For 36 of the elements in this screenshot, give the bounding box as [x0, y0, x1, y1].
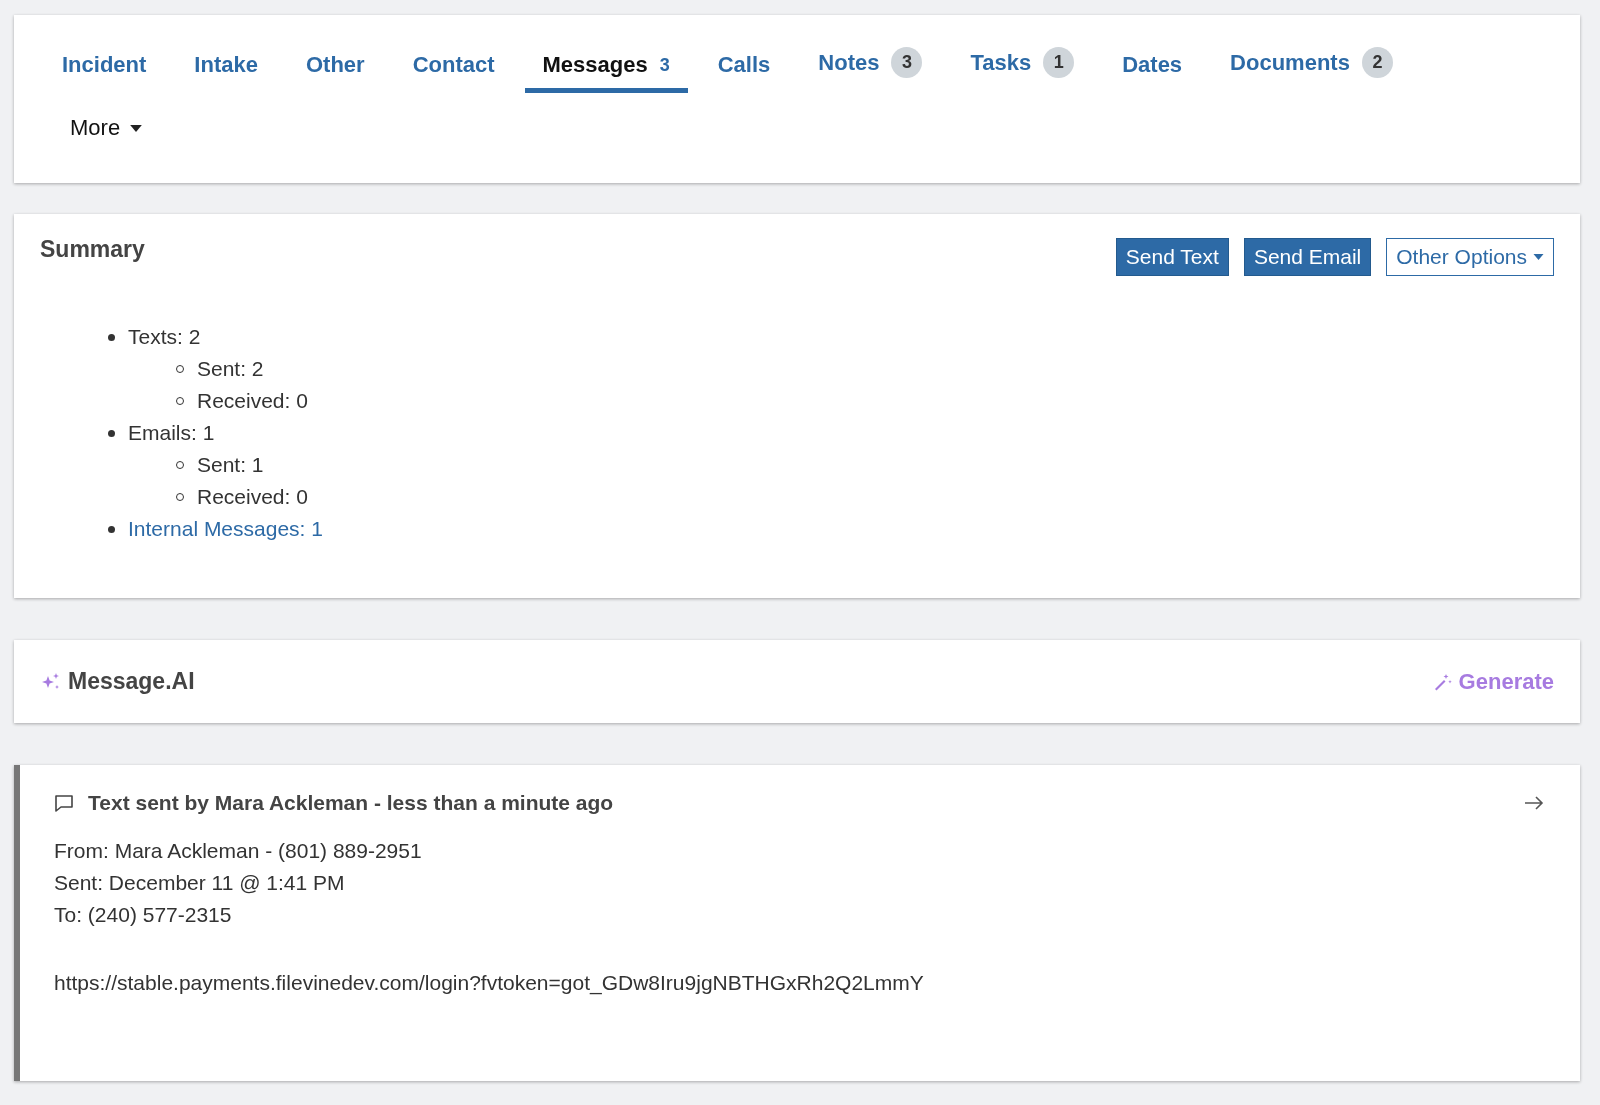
more-dropdown[interactable]: More: [44, 115, 143, 141]
summary-item: Sent: 1: [197, 453, 264, 477]
arrow-right-icon[interactable]: [1524, 796, 1544, 810]
tab[interactable]: Intake: [176, 44, 276, 93]
summary-item: Emails: 1: [128, 421, 215, 445]
tab[interactable]: Tasks 1: [952, 39, 1093, 93]
message-detail: From: Mara Ackleman - (801) 889-2951: [54, 838, 423, 864]
bullet-icon: [108, 429, 115, 437]
tab[interactable]: Contact: [394, 44, 513, 93]
internal-messages-link[interactable]: Internal Messages: 1: [128, 517, 323, 541]
send-button[interactable]: Send Email: [1243, 238, 1372, 276]
generate-button[interactable]: Generate: [1432, 668, 1554, 695]
tab[interactable]: Other: [287, 44, 383, 93]
tab[interactable]: Notes 3: [800, 39, 941, 93]
summary-item: Received: 0: [197, 485, 308, 509]
summary-title: Summary: [40, 236, 145, 263]
message-ai-title: Message.AI: [68, 668, 195, 695]
tab[interactable]: Documents 2: [1212, 39, 1411, 93]
message-title: Text sent by Mara Ackleman - less than a minute ago: [88, 791, 615, 815]
caret-icon: [1533, 254, 1544, 260]
bullet-icon: [108, 525, 115, 533]
message-detail: Sent: December 11 @ 1:41 PM: [54, 870, 346, 896]
options-dropdown[interactable]: Other Options: [1386, 238, 1554, 276]
summary-item: Sent: 2: [197, 357, 264, 381]
speech-bubble-icon: [54, 794, 74, 812]
caret-icon: [130, 124, 143, 132]
send-button[interactable]: Send Text: [1115, 238, 1229, 276]
tab[interactable]: Incident: [44, 44, 165, 93]
message-body: https://stable.payments.filevinedev.com/login?fvtoken=got_GDw8Iru9jgNBTHGxRh2Q2LmmY: [54, 971, 925, 995]
summary-item: Received: 0: [197, 389, 308, 413]
summary-item: Texts: 2: [128, 325, 201, 349]
tab[interactable]: Dates: [1104, 44, 1201, 93]
tab[interactable]: Messages 3: [524, 44, 688, 93]
tab[interactable]: Calls: [699, 44, 789, 93]
bullet-icon: [108, 333, 115, 341]
message-detail: To: (240) 577-2315: [54, 902, 233, 928]
